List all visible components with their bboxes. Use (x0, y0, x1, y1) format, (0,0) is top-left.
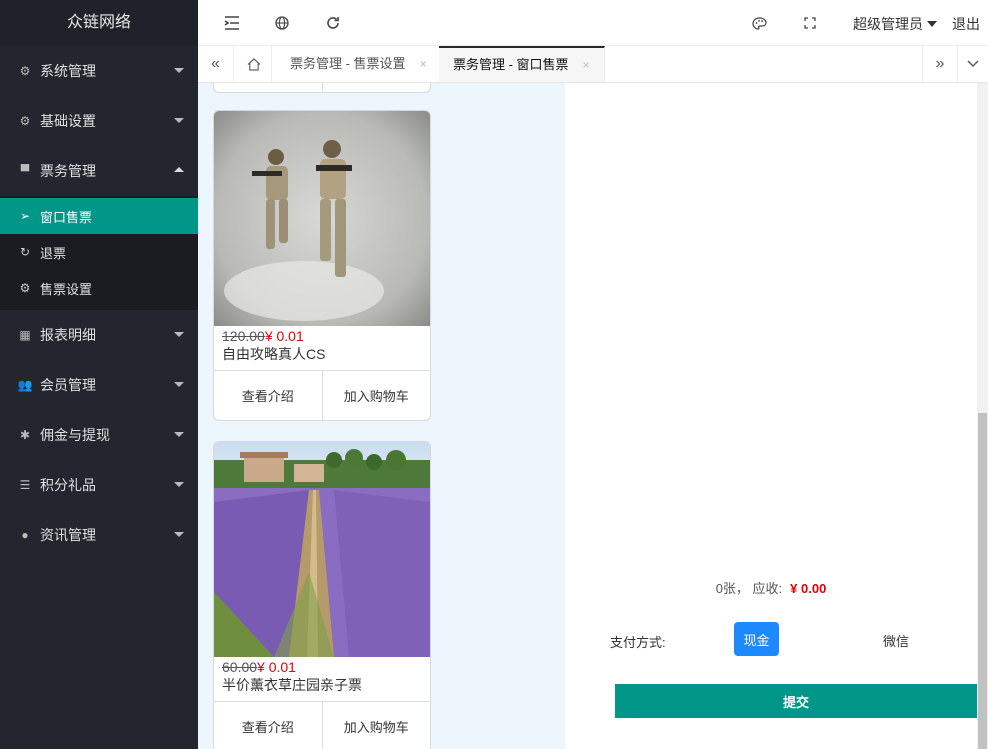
ticket-count: 0张， 应收: (715, 581, 783, 596)
logout-link[interactable]: 退出 (952, 14, 980, 34)
price-line: 60.00¥ 0.01 (214, 657, 430, 675)
tab-label: 票务管理 - 售票设置 (290, 56, 406, 71)
sidebar: 众链网络 ⚙ 系统管理 ⚙ 基础设置 ▀ 票务管理 ➢ 窗口售票 ↻ 退票 ⚙ … (0, 0, 198, 749)
order-summary: 0张， 应收: ¥ 0.00 (565, 578, 977, 597)
sidebar-subitem-label: 售票设置 (40, 281, 93, 297)
product-card: 120.00¥ 0.01 自由攻略真人CS 查看介绍 加入购物车 (213, 110, 431, 421)
tab-scroll-right-icon[interactable]: » (922, 46, 958, 82)
scrollbar[interactable] (977, 83, 988, 749)
sidebar-item-label: 票务管理 (40, 163, 96, 179)
order-panel: 0张， 应收: ¥ 0.00 支付方式: 现金 微信 提交 (565, 83, 977, 749)
app-root: 众链网络 ⚙ 系统管理 ⚙ 基础设置 ▀ 票务管理 ➢ 窗口售票 ↻ 退票 ⚙ … (0, 0, 988, 749)
submenu-ticket: ➢ 窗口售票 ↻ 退票 ⚙ 售票设置 (0, 196, 198, 310)
add-to-cart-button[interactable]: 加入购物车 (321, 702, 431, 749)
refresh-icon[interactable] (323, 13, 343, 33)
chevron-down-icon (174, 382, 184, 387)
app-title: 众链网络 (0, 0, 198, 46)
user-name: 超级管理员 (853, 16, 923, 32)
soldiers-image (214, 111, 430, 326)
circle-icon: ● (21, 528, 29, 542)
users-icon: 👥 (17, 378, 33, 392)
close-icon[interactable]: × (420, 57, 427, 71)
product-name: 自由攻略真人CS (222, 346, 326, 362)
tab-label: 票务管理 - 窗口售票 (453, 57, 569, 72)
product-name: 半价薰衣草庄园亲子票 (222, 677, 362, 693)
chevron-down-icon (174, 332, 184, 337)
close-icon[interactable]: × (583, 58, 590, 72)
list-icon: ☰ (19, 478, 31, 492)
sidebar-subitem-label: 窗口售票 (40, 209, 93, 225)
chevron-down-icon (174, 118, 184, 123)
product-card: 60.00¥ 0.01 半价薰衣草庄园亲子票 查看介绍 加入购物车 (213, 441, 431, 749)
sidebar-item-system[interactable]: ⚙ 系统管理 (0, 46, 198, 96)
bug-icon: ✱ (19, 428, 31, 442)
send-icon: ➢ (19, 209, 31, 223)
view-intro-button[interactable]: 查看介绍 (214, 702, 322, 749)
sidebar-item-label: 佣金与提现 (40, 427, 110, 443)
tab-bar: « 票务管理 - 售票设置 × 票务管理 - 窗口售票 × » (198, 46, 988, 83)
sidebar-item-label: 报表明细 (40, 327, 96, 343)
theme-palette-icon[interactable] (749, 13, 769, 33)
caret-down-icon (927, 21, 937, 27)
fullscreen-icon[interactable] (800, 13, 820, 33)
product-list: 120.00¥ 0.01 自由攻略真人CS 查看介绍 加入购物车 60.00¥ … (198, 83, 565, 749)
sidebar-item-label: 积分礼品 (40, 477, 96, 493)
refresh-icon: ↻ (19, 245, 31, 259)
payment-method-label: 支付方式: (610, 635, 666, 650)
lavender-field-image (214, 442, 430, 657)
pay-wechat-button[interactable]: 微信 (883, 631, 909, 650)
sidebar-item-label: 会员管理 (40, 377, 96, 393)
chevron-down-icon (174, 532, 184, 537)
tab-scroll-left-icon[interactable]: « (198, 46, 234, 82)
sidebar-subitem-sale-settings[interactable]: ⚙ 售票设置 (0, 270, 198, 306)
sidebar-subitem-label: 退票 (40, 245, 67, 261)
sidebar-subitem-refund[interactable]: ↻ 退票 (0, 234, 198, 270)
sidebar-item-basic[interactable]: ⚙ 基础设置 (0, 96, 198, 146)
gear-icon: ⚙ (19, 64, 31, 78)
table-icon: ▦ (19, 328, 31, 342)
sale-price: ¥ 0.01 (257, 659, 296, 675)
main-content: 120.00¥ 0.01 自由攻略真人CS 查看介绍 加入购物车 60.00¥ … (198, 83, 988, 749)
chevron-down-icon[interactable] (958, 46, 988, 82)
sidebar-item-points[interactable]: ☰ 积分礼品 (0, 460, 198, 510)
tab-window-sale[interactable]: 票务管理 - 窗口售票 × (439, 46, 605, 82)
sidebar-item-news[interactable]: ● 资讯管理 (0, 510, 198, 560)
pay-cash-button[interactable]: 现金 (734, 622, 779, 656)
chevron-down-icon (174, 68, 184, 73)
sidebar-item-commission[interactable]: ✱ 佣金与提现 (0, 410, 198, 460)
chevron-up-icon (174, 167, 184, 172)
home-icon[interactable] (236, 46, 272, 82)
amount-due: ¥ 0.00 (790, 581, 827, 596)
sidebar-item-reports[interactable]: ▦ 报表明细 (0, 310, 198, 360)
card-actions: 查看介绍 加入购物车 (214, 701, 430, 749)
sidebar-item-ticket[interactable]: ▀ 票务管理 (0, 146, 198, 196)
add-to-cart-button[interactable]: 加入购物车 (321, 371, 431, 420)
sidebar-subitem-window-sale[interactable]: ➢ 窗口售票 (0, 198, 198, 234)
chevron-down-icon (174, 432, 184, 437)
globe-icon[interactable] (272, 13, 292, 33)
card-actions: 查看介绍 加入购物车 (214, 370, 430, 420)
view-intro-button[interactable]: 查看介绍 (214, 371, 322, 420)
sidebar-item-label: 基础设置 (40, 113, 96, 129)
tab-sale-settings[interactable]: 票务管理 - 售票设置 × (276, 46, 442, 82)
gear-icon: ⚙ (19, 281, 31, 295)
original-price: 120.00 (222, 328, 265, 344)
menu-toggle-icon[interactable] (222, 13, 242, 33)
chevron-down-icon (174, 482, 184, 487)
user-menu[interactable]: 超级管理员 (853, 14, 937, 34)
ticket-icon: ▀ (20, 164, 30, 178)
submit-button[interactable]: 提交 (615, 684, 977, 718)
sidebar-item-members[interactable]: 👥 会员管理 (0, 360, 198, 410)
sidebar-item-label: 资讯管理 (40, 527, 96, 543)
sidebar-item-label: 系统管理 (40, 63, 96, 79)
original-price: 60.00 (222, 659, 258, 675)
gear-icon: ⚙ (19, 114, 31, 128)
scrollbar-thumb[interactable] (978, 413, 987, 749)
price-line: 120.00¥ 0.01 (214, 326, 430, 344)
sale-price: ¥ 0.01 (264, 328, 304, 344)
card-stub (213, 83, 431, 93)
top-header: 超级管理员 退出 (198, 0, 988, 46)
